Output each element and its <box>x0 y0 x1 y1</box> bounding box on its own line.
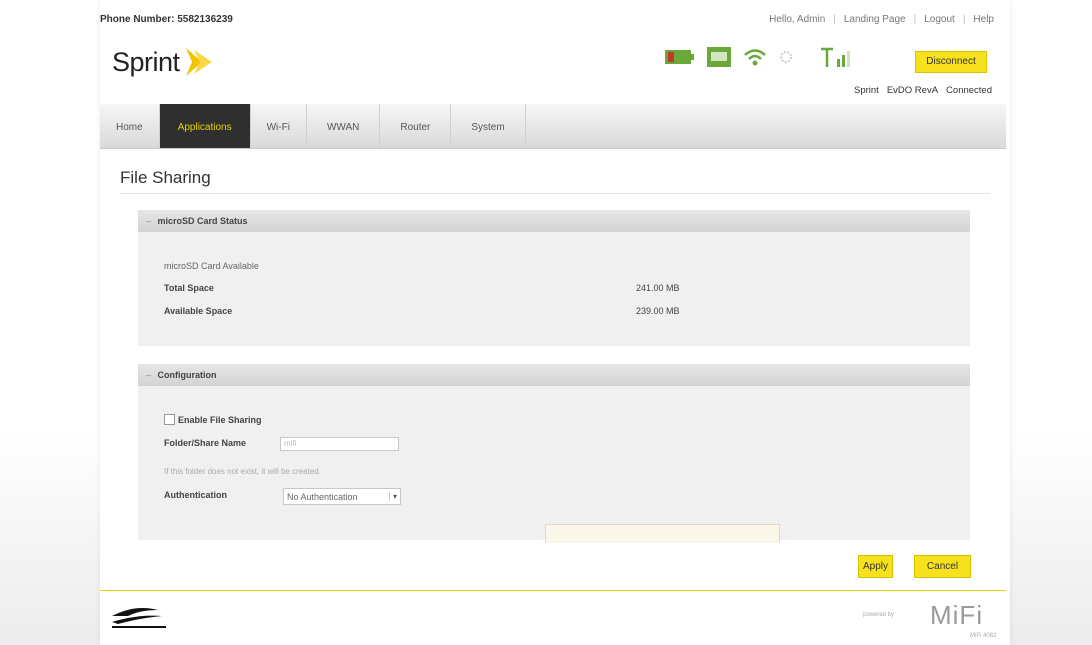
help-link[interactable]: Help <box>965 14 1002 25</box>
mifi-model-text: MiFi 4082 <box>970 633 997 639</box>
available-space-value: 239.00 MB <box>636 306 680 316</box>
apply-button[interactable]: Apply <box>858 555 893 578</box>
greeting-link[interactable]: Hello, Admin <box>761 14 833 25</box>
tab-system[interactable]: System <box>451 104 526 148</box>
tab-applications[interactable]: Applications <box>159 104 251 148</box>
wifi-icon <box>744 49 766 66</box>
sd-status-panel: – microSD Card Status <box>138 210 970 346</box>
connection-status: Sprint EvDO RevA Connected <box>854 85 992 96</box>
authentication-value: No Authentication <box>287 491 358 502</box>
sd-status-panel-title: microSD Card Status <box>157 216 248 226</box>
novatel-swoosh-icon <box>112 608 166 628</box>
total-space-label: Total Space <box>164 283 214 293</box>
sprint-logo: Sprint <box>112 46 216 78</box>
logo-text: Sprint <box>112 46 180 77</box>
sd-status-panel-header[interactable]: – microSD Card Status <box>138 210 970 232</box>
network-type: EvDO RevA <box>886 85 939 96</box>
connection-state: Connected <box>946 85 992 96</box>
main-nav: Home Applications Wi-Fi WWAN Router Syst… <box>100 104 1006 149</box>
title-divider <box>120 193 990 194</box>
sd-available-text: microSD Card Available <box>164 261 259 271</box>
collapse-icon: – <box>146 216 152 226</box>
landing-page-link[interactable]: Landing Page <box>836 14 914 25</box>
sprint-wing-icon <box>185 48 212 76</box>
tooltip-popup <box>545 524 780 543</box>
collapse-icon: – <box>146 370 152 380</box>
battery-icon <box>665 50 694 64</box>
logout-link[interactable]: Logout <box>916 14 963 25</box>
authentication-label: Authentication <box>164 490 227 500</box>
powered-by-text: powered by <box>863 612 895 618</box>
status-icons <box>665 45 855 69</box>
chevron-down-icon: ▾ <box>388 492 397 501</box>
carrier-name: Sprint <box>854 85 879 96</box>
mifi-logo: MiFi <box>930 600 984 630</box>
folder-hint: If this folder does not exist, it will b… <box>164 467 321 476</box>
enable-file-sharing-label: Enable File Sharing <box>178 415 262 425</box>
page-title: File Sharing <box>120 168 211 187</box>
disconnect-button[interactable]: Disconnect <box>915 51 987 73</box>
tab-router[interactable]: Router <box>380 104 452 148</box>
cancel-button[interactable]: Cancel <box>914 555 971 578</box>
total-space-value: 241.00 MB <box>636 283 680 293</box>
available-space-label: Available Space <box>164 306 233 316</box>
sd-card-icon <box>707 47 731 67</box>
tab-home[interactable]: Home <box>100 104 160 148</box>
novatel-logo <box>110 604 170 635</box>
tab-wifi[interactable]: Wi-Fi <box>251 104 307 148</box>
enable-file-sharing-checkbox[interactable] <box>164 414 175 425</box>
footer-divider <box>100 590 1006 591</box>
phone-number: Phone Number: 5582136239 <box>100 14 233 25</box>
tab-wwan[interactable]: WWAN <box>307 104 381 148</box>
folder-name-input[interactable]: mifi <box>280 437 399 451</box>
top-links: Hello, Admin | Landing Page | Logout | H… <box>761 14 1002 25</box>
configuration-panel-title: Configuration <box>157 370 217 380</box>
settings-gear-icon <box>780 51 792 63</box>
configuration-panel-header[interactable]: – Configuration <box>138 364 970 386</box>
signal-strength-icon <box>821 47 850 67</box>
configuration-panel: – Configuration <box>138 364 970 540</box>
authentication-select[interactable]: No Authentication ▾ <box>283 488 401 505</box>
page-container: Phone Number: 5582136239 Hello, Admin | … <box>100 0 1010 645</box>
folder-name-label: Folder/Share Name <box>164 438 247 448</box>
